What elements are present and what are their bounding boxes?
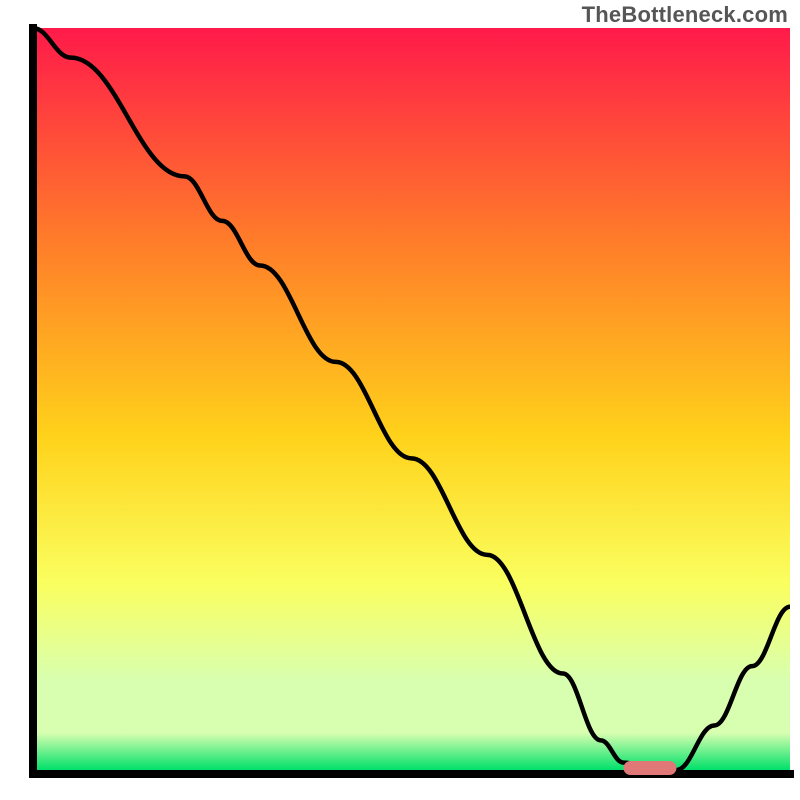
chart-container: TheBottleneck.com [0, 0, 800, 800]
attribution-text: TheBottleneck.com [582, 2, 788, 28]
optimum-marker [623, 761, 676, 775]
bottleneck-chart [0, 0, 800, 800]
plot-gradient [33, 28, 790, 770]
